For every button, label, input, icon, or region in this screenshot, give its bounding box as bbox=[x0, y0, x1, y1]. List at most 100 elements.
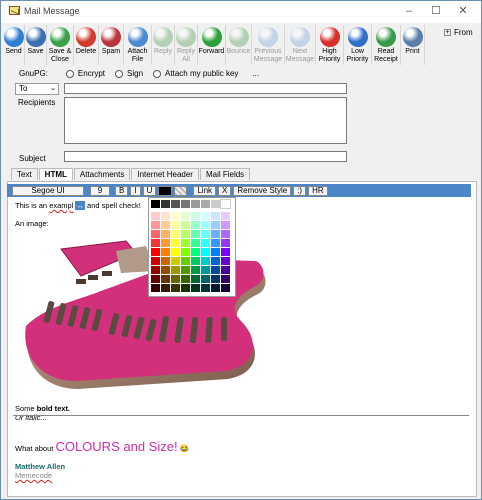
color-swatch[interactable] bbox=[151, 239, 160, 247]
color-swatch[interactable] bbox=[191, 212, 200, 220]
text-color-button[interactable] bbox=[158, 185, 173, 196]
bold-button[interactable]: B bbox=[115, 185, 129, 196]
color-swatch[interactable] bbox=[151, 284, 160, 292]
tab-html[interactable]: HTML bbox=[38, 168, 73, 180]
clear-link-button[interactable]: X bbox=[218, 185, 232, 196]
color-swatch[interactable] bbox=[211, 266, 220, 274]
low-button[interactable]: Low Priority bbox=[344, 25, 372, 65]
color-swatch[interactable] bbox=[191, 266, 200, 274]
color-swatch[interactable] bbox=[181, 230, 190, 238]
color-swatch[interactable] bbox=[201, 248, 210, 256]
color-swatch[interactable] bbox=[171, 200, 180, 208]
color-swatch[interactable] bbox=[201, 221, 210, 229]
color-swatch[interactable] bbox=[191, 239, 200, 247]
color-swatch[interactable] bbox=[221, 230, 230, 238]
color-swatch[interactable] bbox=[171, 266, 180, 274]
tab-internet-header[interactable]: Internet Header bbox=[131, 168, 199, 180]
color-swatch[interactable] bbox=[221, 239, 230, 247]
color-swatch[interactable] bbox=[191, 230, 200, 238]
spam-button[interactable]: Spam bbox=[99, 25, 124, 65]
next-button[interactable]: Next Message bbox=[285, 25, 316, 65]
color-swatch[interactable] bbox=[181, 266, 190, 274]
color-swatch[interactable] bbox=[161, 257, 170, 265]
color-swatch[interactable] bbox=[191, 248, 200, 256]
color-swatch[interactable] bbox=[171, 212, 180, 220]
gnupg-more-button[interactable]: ... bbox=[252, 69, 259, 78]
color-swatch[interactable] bbox=[211, 275, 220, 283]
tab-attachments[interactable]: Attachments bbox=[73, 168, 131, 180]
color-swatch[interactable] bbox=[161, 212, 170, 220]
color-swatch[interactable] bbox=[161, 248, 170, 256]
to-address-input[interactable] bbox=[64, 83, 347, 94]
color-swatch[interactable] bbox=[181, 212, 190, 220]
color-swatch[interactable] bbox=[161, 221, 170, 229]
color-swatch[interactable] bbox=[181, 284, 190, 292]
font-select[interactable]: Segoe UI bbox=[12, 185, 84, 196]
prev-button[interactable]: Previous Message bbox=[252, 25, 285, 65]
close-button[interactable]: ✕ bbox=[456, 4, 470, 18]
color-swatch[interactable] bbox=[221, 266, 230, 274]
underline-button[interactable]: U bbox=[142, 185, 157, 196]
color-swatch[interactable] bbox=[171, 230, 180, 238]
color-swatch[interactable] bbox=[151, 266, 160, 274]
color-swatch[interactable] bbox=[221, 284, 230, 292]
color-swatch[interactable] bbox=[171, 275, 180, 283]
tab-mail-fields[interactable]: Mail Fields bbox=[199, 168, 251, 180]
color-swatch[interactable] bbox=[191, 275, 200, 283]
forward-button[interactable]: Forward bbox=[198, 25, 226, 65]
color-palette-popup[interactable] bbox=[148, 197, 236, 297]
color-swatch[interactable] bbox=[151, 212, 160, 220]
color-swatch[interactable] bbox=[161, 284, 170, 292]
color-swatch[interactable] bbox=[201, 266, 210, 274]
remove-style-button[interactable]: Remove Style bbox=[233, 185, 292, 196]
color-swatch[interactable] bbox=[211, 239, 220, 247]
color-swatch[interactable] bbox=[220, 199, 231, 209]
color-swatch[interactable] bbox=[181, 275, 190, 283]
color-swatch[interactable] bbox=[171, 221, 180, 229]
color-swatch[interactable] bbox=[201, 230, 210, 238]
color-swatch[interactable] bbox=[211, 230, 220, 238]
minimize-button[interactable]: – bbox=[402, 4, 416, 18]
italic-button[interactable]: I bbox=[130, 185, 141, 196]
from-toggle[interactable]: + From bbox=[444, 28, 473, 37]
color-swatch[interactable] bbox=[211, 284, 220, 292]
color-swatch[interactable] bbox=[201, 212, 210, 220]
color-swatch[interactable] bbox=[201, 275, 210, 283]
encrypt-checkbox[interactable] bbox=[65, 69, 74, 78]
color-swatch[interactable] bbox=[201, 200, 210, 208]
color-swatch[interactable] bbox=[151, 257, 160, 265]
color-swatch[interactable] bbox=[151, 200, 160, 208]
color-swatch[interactable] bbox=[191, 257, 200, 265]
high-button[interactable]: High Priority bbox=[316, 25, 344, 65]
save-button[interactable]: Save bbox=[25, 25, 47, 65]
tab-text[interactable]: Text bbox=[11, 168, 38, 180]
color-swatch[interactable] bbox=[151, 275, 160, 283]
color-swatch[interactable] bbox=[161, 200, 170, 208]
reply-all-button[interactable]: Reply All bbox=[175, 25, 198, 65]
link-button[interactable]: Link bbox=[193, 185, 217, 196]
color-swatch[interactable] bbox=[211, 248, 220, 256]
color-swatch[interactable] bbox=[201, 239, 210, 247]
color-swatch[interactable] bbox=[221, 257, 230, 265]
maximize-button[interactable]: ☐ bbox=[429, 4, 443, 18]
color-swatch[interactable] bbox=[211, 257, 220, 265]
print-button[interactable]: Print bbox=[401, 25, 425, 65]
color-swatch[interactable] bbox=[161, 275, 170, 283]
color-swatch[interactable] bbox=[181, 257, 190, 265]
color-swatch[interactable] bbox=[181, 200, 190, 208]
send-button[interactable]: Send bbox=[3, 25, 25, 65]
color-swatch[interactable] bbox=[181, 239, 190, 247]
smiley-button[interactable]: :) bbox=[293, 185, 307, 196]
bounce-button[interactable]: Bounce bbox=[226, 25, 252, 65]
to-type-select[interactable]: To ⌄ bbox=[15, 83, 59, 95]
color-swatch[interactable] bbox=[151, 248, 160, 256]
color-swatch[interactable] bbox=[161, 230, 170, 238]
attach-button[interactable]: Attach File bbox=[124, 25, 152, 65]
color-swatch[interactable] bbox=[181, 248, 190, 256]
color-swatch[interactable] bbox=[171, 239, 180, 247]
color-swatch[interactable] bbox=[171, 248, 180, 256]
save-close-button[interactable]: Save & Close bbox=[47, 25, 74, 65]
color-swatch[interactable] bbox=[151, 230, 160, 238]
color-swatch[interactable] bbox=[221, 212, 230, 220]
recipients-list[interactable] bbox=[64, 97, 347, 144]
